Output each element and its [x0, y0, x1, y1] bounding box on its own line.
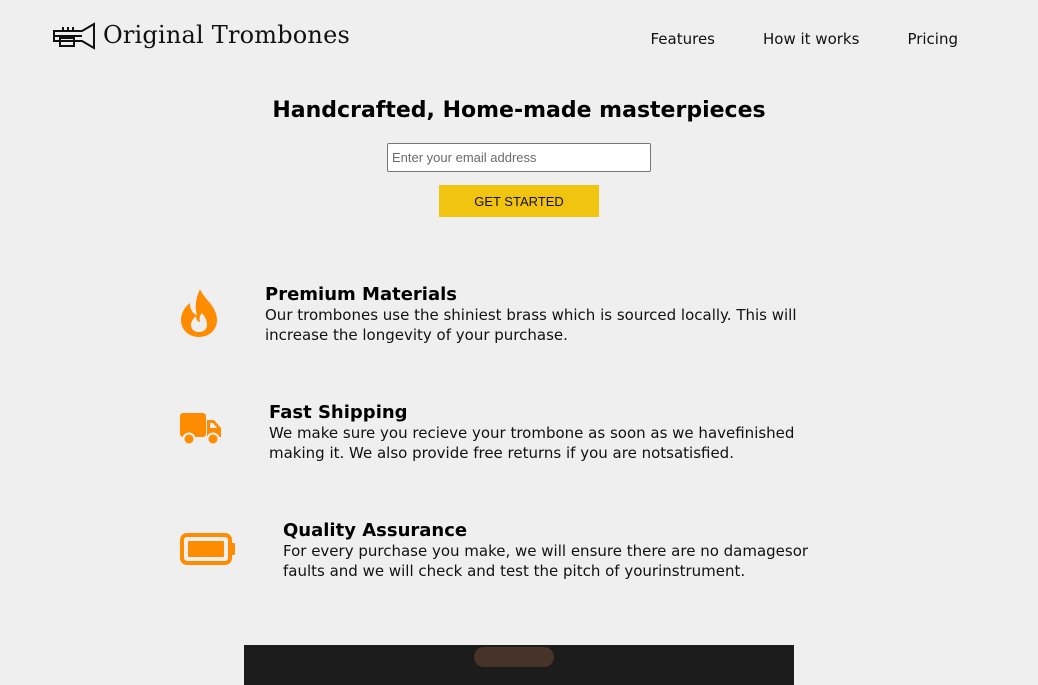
nav-link-how-it-works[interactable]: How it works: [763, 30, 859, 48]
nav-link-features[interactable]: Features: [651, 30, 716, 48]
brand-logo[interactable]: Original Trombones: [52, 21, 350, 51]
get-started-button[interactable]: GET STARTED: [439, 185, 599, 217]
fire-icon: [181, 289, 217, 337]
battery-icon: [180, 533, 235, 565]
video-player[interactable]: [244, 645, 794, 685]
video-thumbnail: [474, 647, 554, 667]
nav-link-pricing[interactable]: Pricing: [907, 30, 958, 48]
hero-title: Handcrafted, Home-made masterpieces: [272, 98, 766, 123]
feature-description: We make sure you recieve your trombone a…: [269, 424, 795, 462]
trumpet-icon: [53, 22, 95, 50]
feature-description: Our trombones use the shiniest brass whi…: [265, 306, 797, 344]
main-nav: Features How it works Pricing: [603, 30, 959, 48]
truck-icon: [180, 413, 221, 446]
email-input[interactable]: [387, 143, 651, 172]
feature-description: For every purchase you make, we will ens…: [283, 542, 809, 580]
feature-title: Premium Materials: [265, 284, 457, 305]
brand-name: Original Trombones: [103, 21, 351, 49]
feature-title: Fast Shipping: [269, 402, 408, 423]
feature-title: Quality Assurance: [283, 520, 468, 541]
